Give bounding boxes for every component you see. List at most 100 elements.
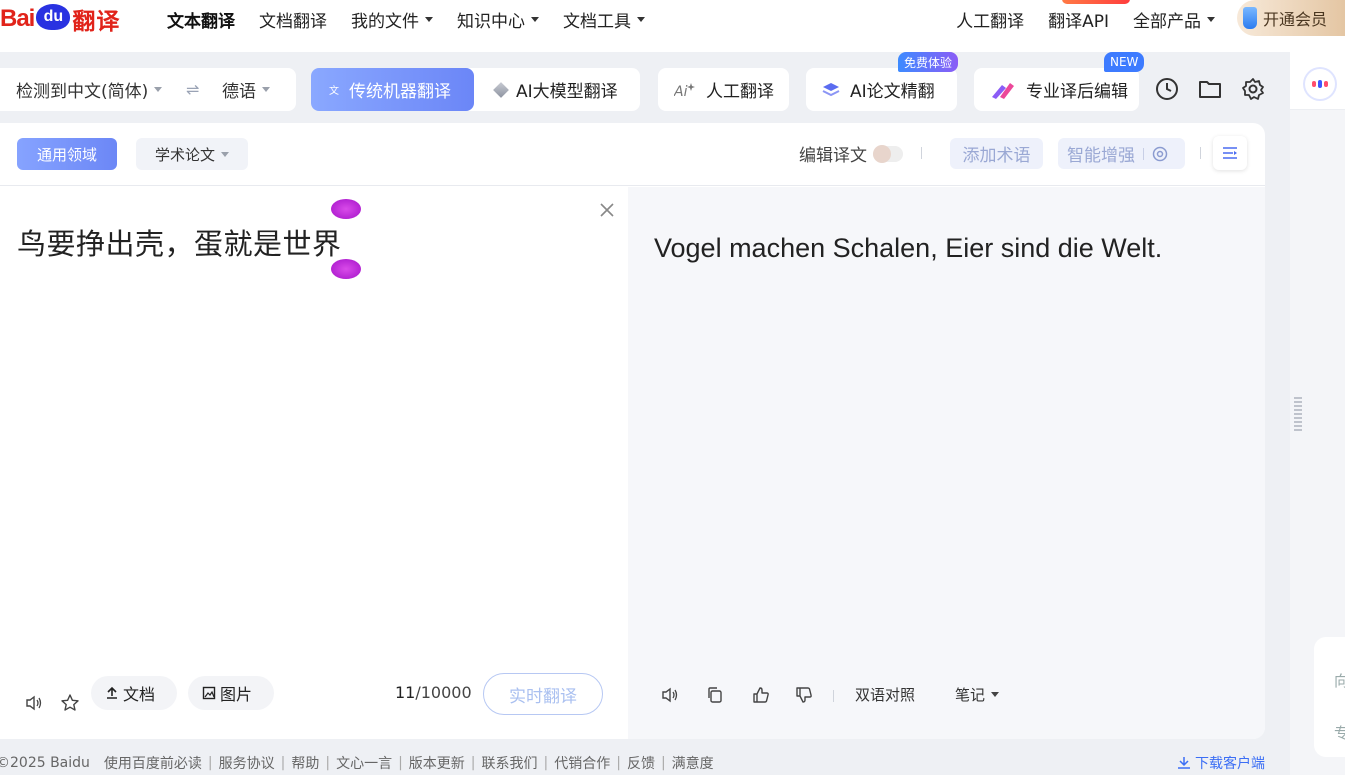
source-language-label: 检测到中文(简体) <box>16 82 149 102</box>
close-icon[interactable] <box>598 201 616 219</box>
card-header: 通用领域 学术论文 编辑译文 添加术语 智能增强 <box>0 123 1265 186</box>
source-footer: 文档 图片 11/10000 实时翻译 <box>0 673 628 735</box>
footer-link[interactable]: 服务协议 <box>219 753 275 773</box>
footer-link[interactable]: 版本更新 <box>409 753 465 773</box>
download-label: 下载客户端 <box>1195 756 1265 772</box>
history-icon[interactable] <box>1154 76 1179 101</box>
nav-my-files[interactable]: 我的文件 <box>351 7 433 32</box>
new-badge: NEW <box>1104 52 1145 72</box>
target-language-select[interactable]: 德语 <box>222 77 270 102</box>
source-text-input[interactable]: 鸟要挣出壳，蛋就是世界 <box>17 221 342 263</box>
divider <box>921 147 922 159</box>
logo-paw: du <box>36 4 71 30</box>
translation-card: 通用领域 学术论文 编辑译文 添加术语 智能增强 鸟要挣出壳，蛋就是世界 文档 … <box>0 123 1265 739</box>
translation-result-text: Vogel machen Schalen, Eier sind die Welt… <box>654 233 1163 263</box>
mode-ai-label: AI大模型翻译 <box>516 82 618 102</box>
assistant-logo-icon[interactable] <box>1305 69 1335 99</box>
settings-gear-icon[interactable] <box>1240 76 1265 101</box>
mode-traditional-label: 传统机器翻译 <box>349 82 451 102</box>
human-translation-button[interactable]: Ai 人工翻译 <box>658 68 789 111</box>
paper-translation-button[interactable]: AI论文精翻 <box>806 68 957 111</box>
copy-icon[interactable] <box>705 685 725 705</box>
nav-all-products[interactable]: 全部产品 <box>1133 7 1215 32</box>
nav-doc-translation[interactable]: 文档翻译 <box>259 7 327 32</box>
vip-cup-icon <box>1243 7 1257 29</box>
folder-icon[interactable] <box>1197 76 1222 101</box>
toggle-switch[interactable] <box>873 144 903 163</box>
add-terms-button[interactable]: 添加术语 <box>950 138 1043 169</box>
upload-icon <box>107 686 117 699</box>
upload-image-button[interactable]: 图片 <box>188 676 274 710</box>
footer-link[interactable]: 反馈 <box>627 753 655 773</box>
nav-knowledge-center[interactable]: 知识中心 <box>457 7 539 32</box>
baidu-fanyi-logo[interactable]: Bai du 翻译 <box>0 2 120 36</box>
selection-handle-top[interactable] <box>331 199 361 219</box>
resize-handle[interactable] <box>1294 397 1302 433</box>
divider <box>1143 147 1144 160</box>
collapse-panel-icon[interactable] <box>1213 136 1247 170</box>
selection-handle-bottom[interactable] <box>331 259 361 279</box>
chevron-down-icon <box>531 16 539 22</box>
mode-traditional-button[interactable]: 文 传统机器翻译 <box>311 68 474 111</box>
paper-translation-label: AI论文精翻 <box>850 82 935 102</box>
notes-dropdown[interactable]: 笔记 <box>955 684 1000 705</box>
post-edit-label: 专业译后编辑 <box>1026 82 1128 102</box>
smart-enhance-button[interactable]: 智能增强 <box>1058 138 1185 169</box>
bilingual-compare-button[interactable]: 双语对照 <box>855 684 915 705</box>
rail-header <box>1290 52 1345 110</box>
footer-link[interactable]: 文心一言 <box>336 753 392 773</box>
mode-ai-button[interactable]: AI大模型翻译 <box>493 68 618 111</box>
pen-edit-icon <box>992 82 1014 99</box>
target-icon[interactable] <box>1152 146 1168 162</box>
logo-fanyi: 翻译 <box>72 8 121 34</box>
right-rail: 向 专 <box>1290 52 1345 775</box>
domain-general-tab[interactable]: 通用领域 <box>17 138 117 170</box>
nav-text-translation[interactable]: 文本翻译 <box>167 7 235 32</box>
chevron-down-icon <box>262 87 270 92</box>
char-count: 11 <box>395 683 416 702</box>
translation-mode-switch: 文 传统机器翻译 AI大模型翻译 <box>311 68 640 111</box>
language-selector: 检测到中文(简体) ⇌ 德语 <box>0 68 296 111</box>
footer-link[interactable]: 代销合作 <box>554 753 610 773</box>
free-trial-badge: 免费体验 <box>898 52 959 72</box>
divider <box>833 690 834 702</box>
thumbs-up-icon[interactable] <box>751 685 771 705</box>
footer-link[interactable]: 帮助 <box>291 753 319 773</box>
smart-enhance-label: 智能增强 <box>1067 146 1135 166</box>
copyright: ©2025 Baidu <box>0 755 90 771</box>
logo-bai: Bai <box>0 5 35 32</box>
edit-translation-label: 编辑译文 <box>799 146 867 166</box>
bilingual-label: 双语对照 <box>855 686 916 704</box>
speaker-icon[interactable] <box>24 693 44 713</box>
download-client-link[interactable]: 下载客户端 <box>1177 753 1265 773</box>
chevron-down-icon <box>1207 16 1215 22</box>
edit-translation-toggle[interactable]: 编辑译文 <box>799 141 903 166</box>
target-language-label: 德语 <box>222 82 256 102</box>
thumbs-down-icon[interactable] <box>794 685 814 705</box>
vip-button[interactable]: 开通会员 <box>1237 0 1345 36</box>
post-edit-button[interactable]: 专业译后编辑 <box>974 68 1139 111</box>
nav-doc-tools[interactable]: 文档工具 <box>563 7 645 32</box>
nav-translation-api[interactable]: 翻译API <box>1048 7 1109 32</box>
cube-icon <box>493 81 509 98</box>
rail-card[interactable]: 向 专 <box>1314 637 1345 757</box>
speaker-icon[interactable] <box>660 685 680 705</box>
vip-label: 开通会员 <box>1263 10 1328 29</box>
footer-link[interactable]: 使用百度前必读 <box>104 753 202 773</box>
swap-languages-icon[interactable]: ⇌ <box>186 80 199 99</box>
rail-text-1: 向 <box>1334 672 1345 690</box>
footer-link[interactable]: 联系我们 <box>482 753 538 773</box>
source-language-select[interactable]: 检测到中文(简体) <box>16 77 163 102</box>
nav-human-translation[interactable]: 人工翻译 <box>956 7 1024 32</box>
human-translation-label: 人工翻译 <box>706 82 774 102</box>
right-nav: 人工翻译 翻译API 全部产品 <box>956 0 1215 38</box>
realtime-translate-button[interactable]: 实时翻译 <box>483 673 603 715</box>
domain-academic-select[interactable]: 学术论文 <box>136 138 248 170</box>
svg-text:Ai: Ai <box>674 84 688 99</box>
main-nav: 文本翻译 文档翻译 我的文件 知识中心 文档工具 <box>167 0 645 38</box>
star-icon[interactable] <box>60 693 80 713</box>
result-footer: 双语对照 笔记 <box>628 675 1265 735</box>
top-navigation: Bai du 翻译 文本翻译 文档翻译 我的文件 知识中心 文档工具 人工翻译 … <box>0 0 1345 52</box>
footer-link[interactable]: 满意度 <box>672 753 714 773</box>
upload-document-button[interactable]: 文档 <box>91 676 177 710</box>
